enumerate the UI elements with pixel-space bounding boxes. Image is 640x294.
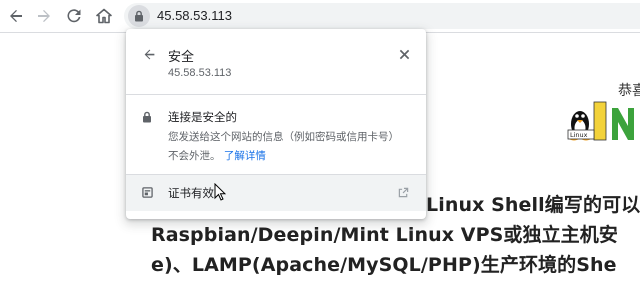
site-logo: Linux <box>566 100 640 144</box>
logo-text: Linux <box>570 131 588 139</box>
popup-title: 安全 <box>168 50 195 65</box>
certificate-label: 证书有效 <box>168 186 214 200</box>
headline-line-3: e)、LAMP(Apache/MySQL/PHP)生产环境的She <box>151 254 617 276</box>
address-bar[interactable]: 45.58.53.113 <box>124 3 640 29</box>
reload-button[interactable] <box>62 4 86 28</box>
popup-close-button[interactable] <box>395 45 413 63</box>
site-info-button[interactable] <box>128 5 150 27</box>
connection-status-title: 连接是安全的 <box>168 110 237 124</box>
headline-line-2: Raspbian/Deepin/Mint Linux VPS或独立主机安 <box>151 224 618 246</box>
home-button[interactable] <box>92 4 116 28</box>
back-arrow-icon <box>10 10 22 22</box>
lock-icon <box>143 111 151 123</box>
mouse-cursor-icon <box>214 183 226 201</box>
popup-host: 45.58.53.113 <box>168 67 232 79</box>
learn-more-link[interactable]: 了解详情 <box>224 150 266 162</box>
back-button[interactable] <box>4 4 28 28</box>
certificate-icon <box>142 187 153 198</box>
reload-icon <box>67 9 81 23</box>
forward-button[interactable] <box>32 4 56 28</box>
external-link-icon <box>398 187 409 198</box>
url-text[interactable]: 45.58.53.113 <box>157 8 232 23</box>
popup-divider <box>126 94 426 95</box>
greeting-text: 恭喜 <box>618 83 640 99</box>
connection-description: 您发送给这个网站的信息（例如密码或信用卡号）不会外泄。 了解详情 <box>168 128 400 166</box>
close-icon <box>399 49 409 59</box>
connection-description-text: 您发送给这个网站的信息（例如密码或信用卡号）不会外泄。 <box>168 131 399 162</box>
forward-arrow-icon <box>38 10 50 22</box>
headline-line-1: Linux Shell编写的可以 <box>426 194 640 216</box>
popup-back-button[interactable] <box>140 45 158 63</box>
home-icon <box>96 8 112 24</box>
site-info-popup: 安全 45.58.53.113 连接是安全的 您发送给这个网站的信息（例如密码或… <box>126 29 426 219</box>
back-arrow-icon <box>144 49 154 59</box>
certificate-row[interactable]: 证书有效 <box>126 175 426 211</box>
lock-icon <box>135 10 143 22</box>
popup-header: 安全 45.58.53.113 <box>126 29 426 94</box>
